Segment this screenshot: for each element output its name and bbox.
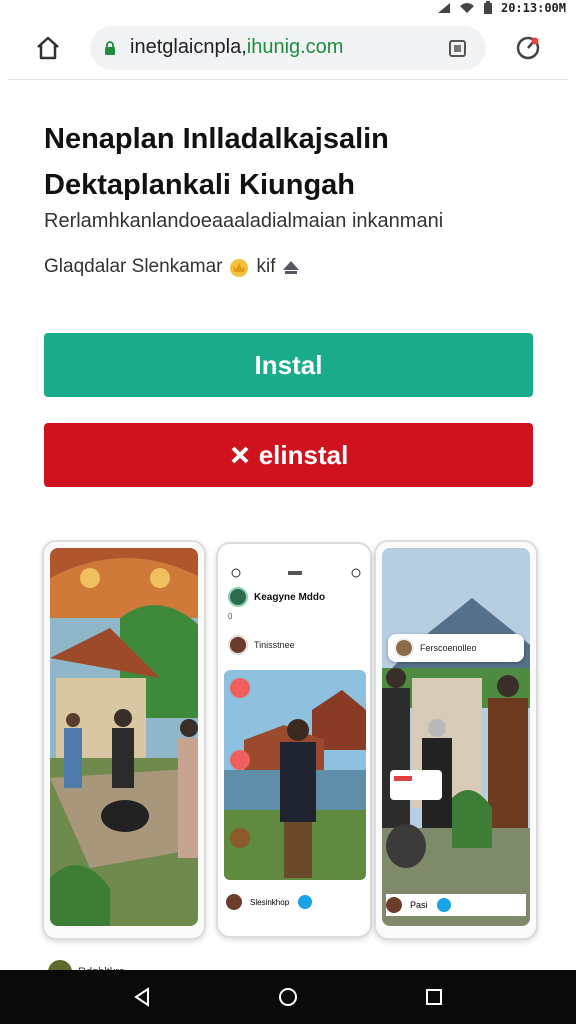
profile-header[interactable]: Keagyne Mddo [228,584,364,610]
home-nav-button[interactable] [278,987,298,1007]
screenshot-1-image [50,548,198,926]
app-store-page: Nenaplan Inlladalkajsalin Dektaplankali … [8,80,568,984]
battery-icon [483,1,492,14]
url-host: ihunig.com [246,36,344,58]
close-icon [231,446,249,464]
refresh-icon [516,36,540,60]
phone2-topbar [231,568,361,578]
screenshot-3-image [382,548,530,926]
app-title: Nenaplan Inlladalkajsalin Dektaplankali … [44,123,389,201]
crown-icon [230,259,249,277]
home-icon [37,36,59,60]
avatar [228,635,248,655]
home-button[interactable] [32,32,64,64]
screenshot-2[interactable]: Keagyne Mddo 0 Tinisstnee Slesinkhop [216,542,372,938]
send-icon [298,895,313,909]
developer-row[interactable]: Glaqdalar Slenkamar kif [44,256,301,278]
temple-scene-image [224,670,366,880]
phone2-bottom-bar: Slesinkhop [226,890,366,914]
status-time: 20:13:00M [500,1,566,15]
app-subtitle: Rerlamhkanlandoeaaaladialmaian inkanmani [44,210,444,232]
send-icon [436,898,451,912]
profile-sub: 0 [228,612,233,621]
profile-card[interactable]: Ferscoenolleo [388,634,524,662]
screenshot-carousel[interactable]: Keagyne Mddo 0 Tinisstnee Slesinkhop Fer… [42,540,538,940]
url-path: inetglaicnpla, [130,36,247,58]
phone3-footer-label: Pasi [410,900,428,910]
screenshot-1[interactable] [42,540,206,940]
avatar [394,638,414,658]
uninstall-button[interactable]: elinstal [44,423,533,487]
uninstall-label: elinstal [258,439,349,470]
developer-suffix: kif [256,256,276,277]
system-navigation-bar [0,970,576,1024]
post-image [224,670,366,880]
verified-icon [283,261,300,274]
wifi-icon [459,3,474,13]
post-author-label: Tinisstnee [254,640,295,650]
install-button[interactable]: Instal [44,333,533,397]
avatar [386,897,402,913]
post-author-row[interactable]: Tinisstnee [228,632,364,658]
avatar [226,894,242,910]
profile-name: Keagyne Mddo [254,591,326,603]
home-circle-icon [279,988,297,1006]
browser-toolbar: inetglaicnpla,ihunig.com [8,18,568,80]
tabs-button[interactable] [446,36,470,60]
browser-menu-button[interactable] [512,32,544,64]
recents-button[interactable] [424,987,444,1007]
lock-icon [105,41,115,55]
profile-card-name: Ferscoenolleo [420,643,477,653]
recents-icon [426,989,442,1005]
phone3-bottom-bar: Pasi [386,894,526,916]
back-button[interactable] [132,987,152,1007]
avatar [228,587,248,607]
tabs-icon [449,40,466,57]
install-label: Instal [254,349,323,380]
village-scene-image [50,548,198,926]
status-bar: 20:13:00M [0,0,576,18]
url-text: inetglaicnpla,ihunig.com [130,36,343,59]
mountain-scene-image [382,548,530,926]
address-bar[interactable]: inetglaicnpla,ihunig.com [90,26,486,70]
screenshot-3[interactable]: Ferscoenolleo Pasi [374,540,538,940]
back-icon [134,987,149,1007]
signal-icon [437,3,450,13]
phone2-footer-label: Slesinkhop [250,897,290,907]
developer-name: Glaqdalar Slenkamar [44,256,223,277]
